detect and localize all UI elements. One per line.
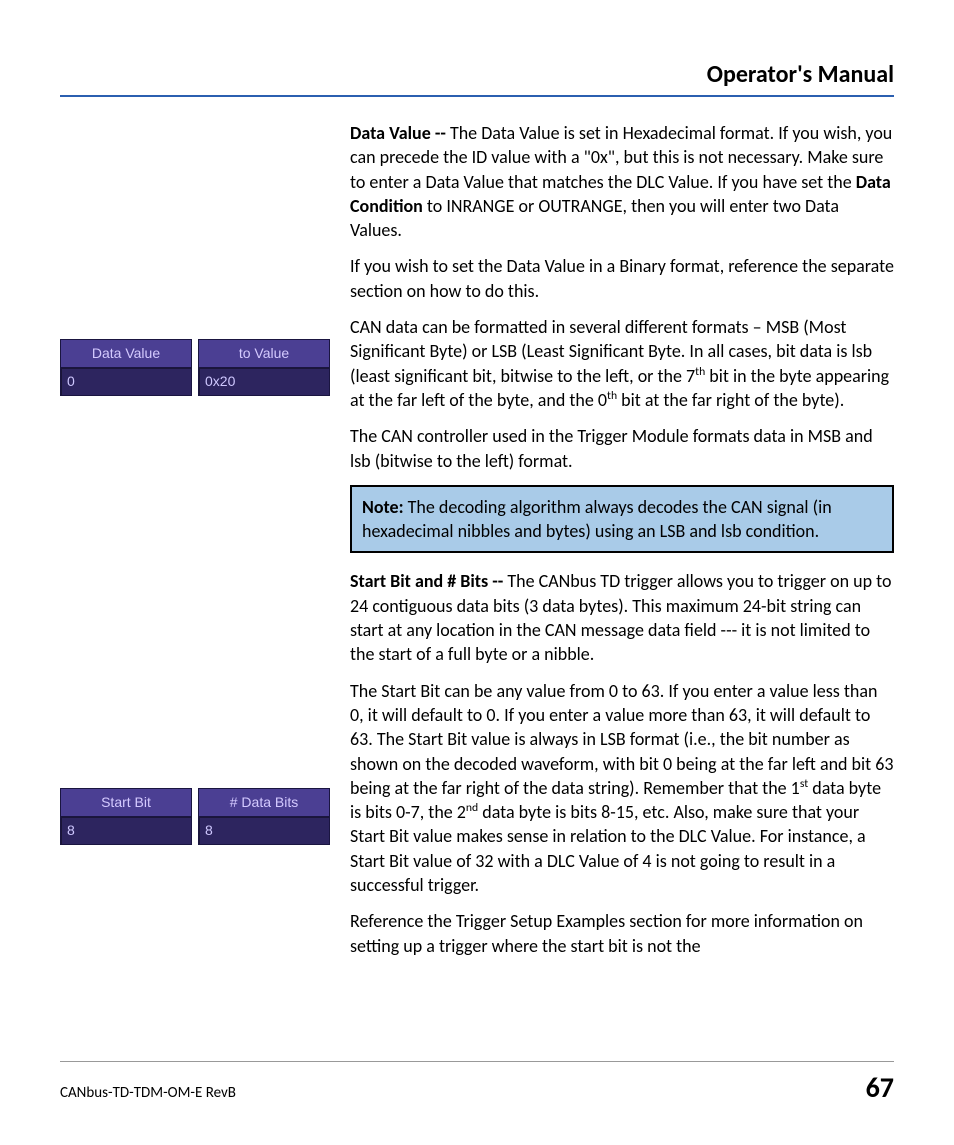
data-value-widget: Data Value 0 <box>60 339 192 396</box>
run: to INRANGE or OUTRANGE, then you will en… <box>350 195 839 241</box>
to-value-input[interactable]: 0x20 <box>198 367 330 396</box>
spacer <box>60 121 330 339</box>
paragraph-can-controller: The CAN controller used in the Trigger M… <box>350 424 894 473</box>
paragraph-data-value: Data Value -- The Data Value is set in H… <box>350 121 894 242</box>
paragraph-start-bit-range: The Start Bit can be any value from 0 to… <box>350 679 894 898</box>
superscript: nd <box>466 801 478 815</box>
data-value-input[interactable]: 0 <box>60 367 192 396</box>
note-body: The decoding algorithm always decodes th… <box>362 496 832 542</box>
run: bit at the far right of the byte). <box>617 389 844 411</box>
run-lead: Start Bit and # Bits -- <box>350 570 507 592</box>
page-footer: CANbus-TD-TDM-OM-E RevB 67 <box>60 1061 894 1105</box>
paragraph-start-bit-intro: Start Bit and # Bits -- The CANbus TD tr… <box>350 569 894 666</box>
paragraph-trigger-setup-ref: Reference the Trigger Setup Examples sec… <box>350 909 894 958</box>
note-box: Note: The decoding algorithm always deco… <box>350 485 894 554</box>
note-lead: Note: <box>362 496 404 518</box>
data-bits-label: # Data Bits <box>198 788 330 816</box>
superscript: th <box>695 365 705 379</box>
to-value-widget: to Value 0x20 <box>198 339 330 396</box>
paragraph-binary-ref: If you wish to set the Data Value in a B… <box>350 254 894 303</box>
start-bit-widget: Start Bit 8 <box>60 788 192 845</box>
page: Operator's Manual Data Value 0 to Value … <box>0 0 954 1145</box>
footer-page-number: 67 <box>866 1070 894 1105</box>
start-bit-widget-group: Start Bit 8 # Data Bits 8 <box>60 788 330 845</box>
to-value-label: to Value <box>198 339 330 367</box>
data-bits-widget: # Data Bits 8 <box>198 788 330 845</box>
footer-doc-id: CANbus-TD-TDM-OM-E RevB <box>60 1084 236 1102</box>
data-value-label: Data Value <box>60 339 192 367</box>
data-bits-input[interactable]: 8 <box>198 816 330 845</box>
superscript: th <box>607 389 617 403</box>
paragraph-msb-lsb: CAN data can be formatted in several dif… <box>350 315 894 412</box>
superscript: st <box>800 777 808 791</box>
run-lead: Data Value -- <box>350 122 450 144</box>
spacer <box>60 396 330 788</box>
start-bit-label: Start Bit <box>60 788 192 816</box>
start-bit-input[interactable]: 8 <box>60 816 192 845</box>
body-text-column: Data Value -- The Data Value is set in H… <box>350 121 894 970</box>
content-area: Data Value 0 to Value 0x20 Start Bit 8 #… <box>60 121 894 970</box>
left-column: Data Value 0 to Value 0x20 Start Bit 8 #… <box>60 121 330 970</box>
page-header-title: Operator's Manual <box>60 60 894 97</box>
data-value-widget-group: Data Value 0 to Value 0x20 <box>60 339 330 396</box>
